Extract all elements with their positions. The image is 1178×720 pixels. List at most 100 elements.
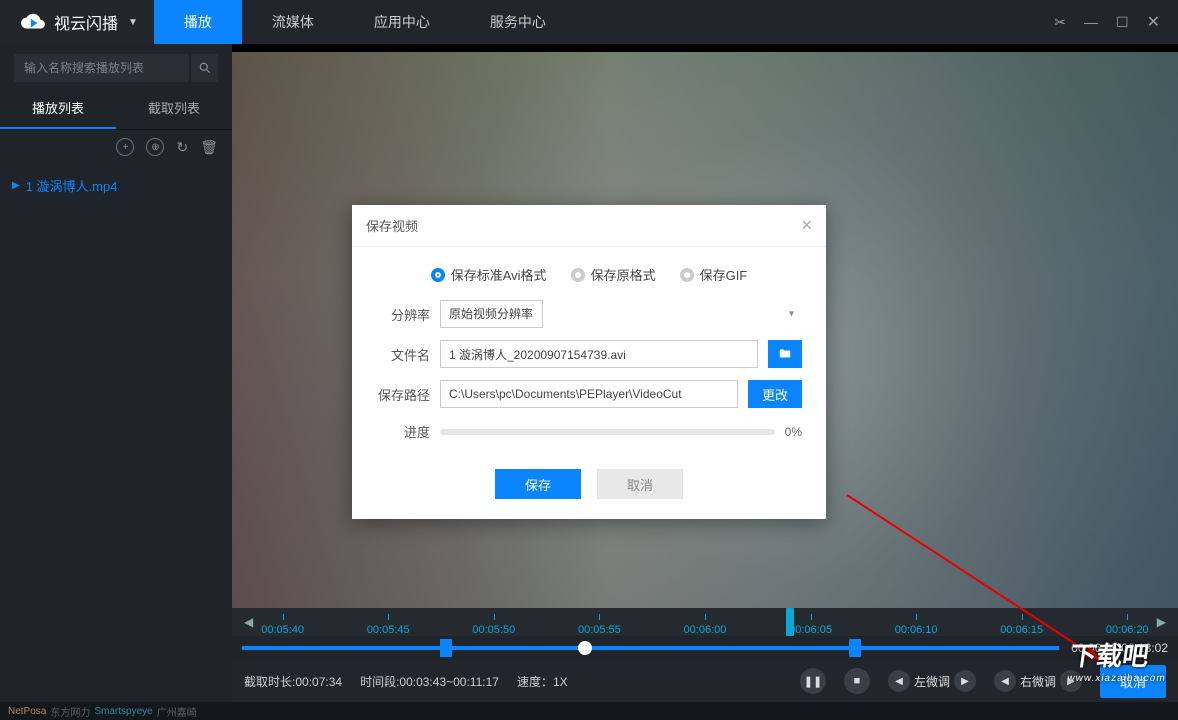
change-path-button[interactable]: 更改 — [748, 380, 802, 408]
save-video-dialog: 保存视频 × 保存标准Avi格式 保存原格式 保存GIF 分辨率 原始视频分辨率… — [352, 205, 826, 519]
path-label: 保存路径 — [376, 385, 430, 404]
radio-gif[interactable]: 保存GIF — [680, 265, 748, 284]
app-dropdown-icon[interactable]: ▼ — [128, 17, 138, 28]
pause-button[interactable]: ❚❚ — [800, 668, 826, 694]
sidebar-toolbar: + ⊕ ↻ 🗑 — [0, 130, 232, 164]
tick: 00:05:45 — [367, 624, 410, 636]
title-bar: 视云闪播 ▼ 播放 流媒体 应用中心 服务中心 ✂ — ☐ ✕ — [0, 0, 1178, 44]
dialog-header: 保存视频 × — [352, 205, 826, 247]
footer-brand-3: Smartspyeye — [94, 706, 152, 717]
search-button[interactable] — [191, 54, 218, 82]
path-input[interactable] — [440, 380, 738, 408]
speed: 速度：1X — [517, 673, 568, 690]
sidebar-tabs: 播放列表 截取列表 — [0, 88, 232, 130]
trash-icon[interactable]: 🗑 — [200, 138, 218, 156]
timeline-ruler[interactable]: ◀ 00:05:40 00:05:45 00:05:50 00:05:55 00… — [232, 608, 1178, 636]
sidebar: 播放列表 截取列表 + ⊕ ↻ 🗑 ▶ 1 漩涡博人.mp4 — [0, 44, 232, 702]
nav-tab-appcenter[interactable]: 应用中心 — [344, 0, 460, 44]
radio-dot-icon — [431, 268, 445, 282]
slider-playhead[interactable] — [578, 641, 592, 655]
browse-button[interactable] — [768, 340, 802, 368]
format-radios: 保存标准Avi格式 保存原格式 保存GIF — [376, 265, 802, 284]
tick: 00:05:40 — [261, 624, 304, 636]
resolution-row: 分辨率 原始视频分辨率 — [376, 300, 802, 328]
watermark: 下载吧 www.xiazaiba.com — [1066, 636, 1171, 684]
dialog-close-icon[interactable]: × — [801, 215, 812, 236]
scissors-icon[interactable]: ✂ — [1054, 14, 1066, 31]
playing-icon: ▶ — [12, 180, 20, 191]
footer-brand-2: 东方网力 — [50, 704, 90, 719]
filename-row: 文件名 — [376, 340, 802, 368]
nav-tabs: 播放 流媒体 应用中心 服务中心 — [154, 0, 576, 44]
progress-percent: 0% — [785, 425, 802, 439]
trim-slider[interactable]: 00:06:05/00:13:02 — [232, 636, 1178, 660]
tick: 00:05:50 — [472, 624, 515, 636]
filename-label: 文件名 — [376, 345, 430, 364]
sidebar-search — [0, 44, 232, 88]
add-icon[interactable]: + — [116, 138, 134, 156]
time-range: 时间段:00:03:43~00:11:17 — [360, 673, 499, 690]
cancel-button[interactable]: 取消 — [597, 469, 683, 499]
tick: 00:06:10 — [895, 624, 938, 636]
resolution-label: 分辨率 — [376, 305, 430, 324]
footer-brand-4: 广州嘉崎 — [157, 704, 197, 719]
nav-tab-play[interactable]: 播放 — [154, 0, 242, 44]
fine-left-label: 左微调 — [914, 673, 950, 690]
close-icon[interactable]: ✕ — [1147, 12, 1160, 32]
tick: 00:05:55 — [578, 624, 621, 636]
footer: NetPosa 东方网力 Smartspyeye 广州嘉崎 — [0, 702, 1178, 720]
sidebar-tab-capture[interactable]: 截取列表 — [116, 88, 232, 129]
fine-left-next-icon[interactable]: ▶ — [954, 670, 976, 692]
progress-row: 进度 0% — [376, 422, 802, 441]
save-button[interactable]: 保存 — [495, 469, 581, 499]
minimize-icon[interactable]: — — [1084, 14, 1098, 30]
dialog-body: 保存标准Avi格式 保存原格式 保存GIF 分辨率 原始视频分辨率 文件名 — [352, 247, 826, 455]
search-input[interactable] — [14, 54, 189, 82]
radio-raw[interactable]: 保存原格式 — [571, 265, 656, 284]
tick: 00:06:00 — [684, 624, 727, 636]
tick: 00:06:05 — [789, 624, 832, 636]
progress-bar — [440, 429, 775, 435]
control-bar: 截取时长:00:07:34 时间段:00:03:43~00:11:17 速度：1… — [232, 660, 1178, 702]
dialog-title: 保存视频 — [366, 216, 418, 235]
cloud-play-icon — [20, 9, 46, 35]
app-logo[interactable]: 视云闪播 ▼ — [0, 9, 154, 35]
maximize-icon[interactable]: ☐ — [1116, 14, 1129, 31]
slider-handle-right[interactable] — [849, 639, 861, 657]
playlist-item[interactable]: ▶ 1 漩涡博人.mp4 — [0, 170, 232, 201]
fine-right-prev-icon[interactable]: ◀ — [994, 670, 1016, 692]
stop-button[interactable]: ■ — [844, 668, 870, 694]
loop-icon[interactable]: ↻ — [176, 138, 188, 156]
slider-track[interactable] — [242, 646, 1059, 650]
search-icon — [198, 61, 212, 75]
cut-length: 截取时长:00:07:34 — [244, 673, 342, 690]
path-row: 保存路径 更改 — [376, 380, 802, 408]
radio-avi[interactable]: 保存标准Avi格式 — [431, 265, 547, 284]
playlist-item-label: 1 漩涡博人.mp4 — [26, 176, 118, 195]
tick: 00:06:15 — [1000, 624, 1043, 636]
tick: 00:06:20 — [1106, 624, 1149, 636]
app-name: 视云闪播 — [54, 10, 118, 34]
playhead[interactable] — [786, 608, 794, 636]
ruler-ticks: 00:05:40 00:05:45 00:05:50 00:05:55 00:0… — [257, 608, 1153, 636]
resolution-select[interactable]: 原始视频分辨率 — [440, 300, 543, 328]
window-controls: ✂ — ☐ ✕ — [1054, 12, 1178, 32]
addfile-icon[interactable]: ⊕ — [146, 138, 164, 156]
ruler-right-icon[interactable]: ▶ — [1153, 615, 1170, 629]
slider-handle-left[interactable] — [440, 639, 452, 657]
fine-left-prev-icon[interactable]: ◀ — [888, 670, 910, 692]
playlist: ▶ 1 漩涡博人.mp4 — [0, 164, 232, 207]
nav-tab-service[interactable]: 服务中心 — [460, 0, 576, 44]
filename-input[interactable] — [440, 340, 758, 368]
fine-right-label: 右微调 — [1020, 673, 1056, 690]
footer-brand-1: NetPosa — [8, 706, 46, 717]
progress-label: 进度 — [376, 422, 430, 441]
sidebar-tab-playlist[interactable]: 播放列表 — [0, 88, 116, 129]
fine-left-group: ◀ 左微调 ▶ — [888, 670, 976, 692]
dialog-actions: 保存 取消 — [352, 455, 826, 519]
folder-icon — [777, 347, 793, 361]
nav-tab-stream[interactable]: 流媒体 — [242, 0, 344, 44]
ruler-left-icon[interactable]: ◀ — [240, 615, 257, 629]
radio-dot-icon — [571, 268, 585, 282]
radio-dot-icon — [680, 268, 694, 282]
